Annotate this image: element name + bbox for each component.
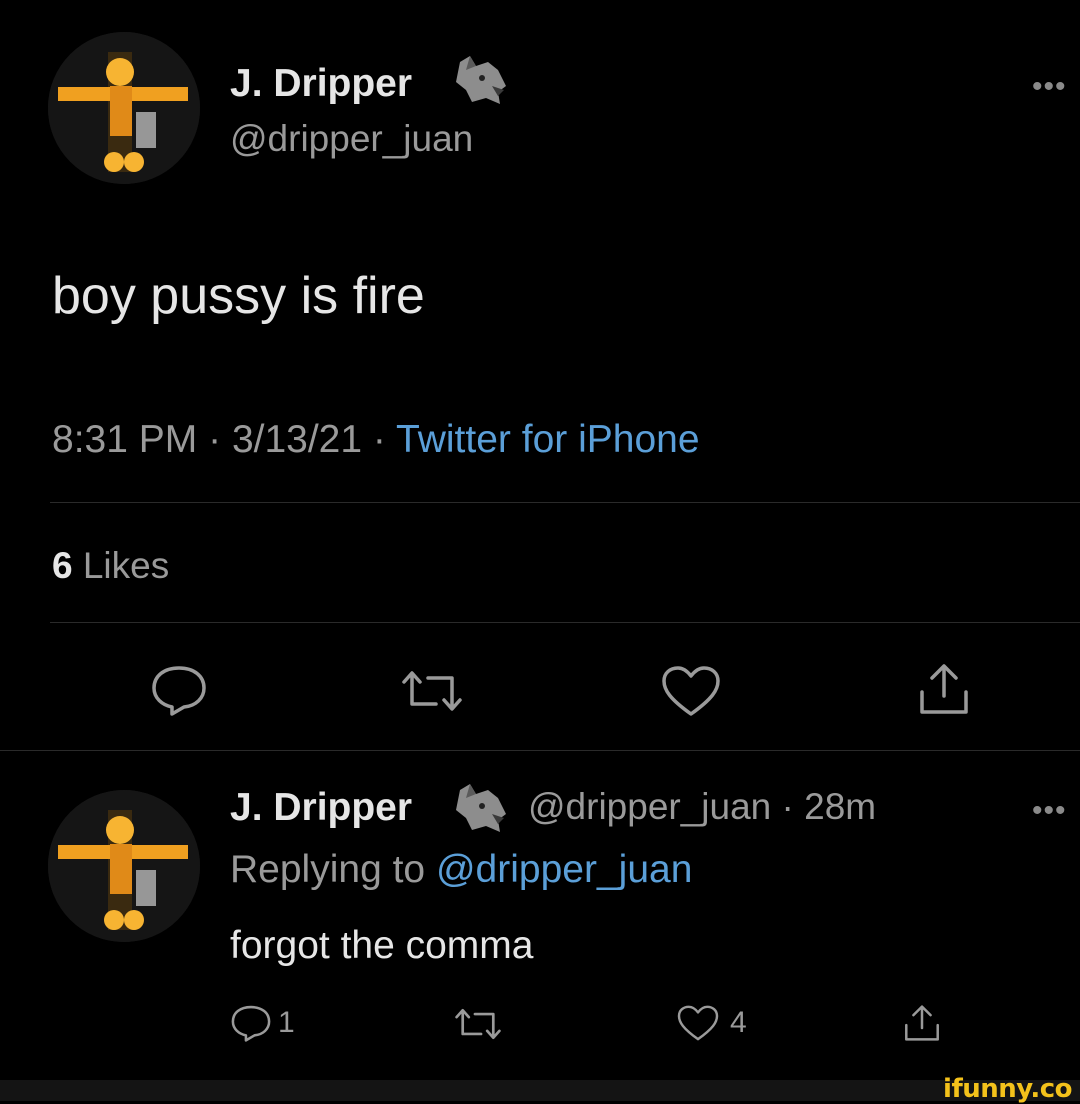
reply-author-handle[interactable]: @dripper_juan bbox=[528, 786, 771, 827]
ifunny-watermark: ifunny.co bbox=[943, 1074, 1072, 1104]
divider bbox=[0, 750, 1080, 751]
reply-age: · 28m bbox=[781, 786, 877, 827]
tweet-text: boy pussy is fire bbox=[52, 267, 425, 325]
share-icon[interactable] bbox=[916, 660, 972, 718]
avatar-image bbox=[48, 32, 200, 184]
reply-text: forgot the comma bbox=[230, 924, 534, 967]
reply-retweet-icon[interactable] bbox=[452, 1006, 504, 1042]
reply-icon[interactable] bbox=[150, 664, 208, 716]
replying-to-label: Replying to bbox=[230, 848, 426, 891]
retweet-icon[interactable] bbox=[398, 668, 466, 714]
reply-meta: @dripper_juan · 28m bbox=[528, 786, 876, 828]
reply-reply-count: 1 bbox=[278, 1006, 295, 1039]
tweet-source-link[interactable]: Twitter for iPhone bbox=[396, 418, 699, 461]
likes-summary[interactable]: 6 Likes bbox=[52, 545, 169, 587]
reply-more-options-button[interactable]: ••• bbox=[1032, 796, 1067, 826]
divider bbox=[50, 622, 1080, 623]
divider bbox=[50, 502, 1080, 503]
more-options-button[interactable]: ••• bbox=[1032, 72, 1067, 102]
likes-count: 6 bbox=[52, 545, 73, 586]
reply-author-name[interactable]: J. Dripper bbox=[230, 786, 412, 830]
tweet-meta: 8:31 PM · 3/13/21 · Twitter for iPhone bbox=[52, 418, 700, 461]
replying-to-line: Replying to @dripper_juan bbox=[230, 848, 692, 892]
wolf-badge-icon bbox=[452, 52, 510, 113]
likes-label: Likes bbox=[82, 545, 170, 586]
reply-avatar[interactable] bbox=[48, 790, 200, 942]
author-name[interactable]: J. Dripper bbox=[230, 62, 412, 106]
reply-reply-icon[interactable] bbox=[230, 1004, 272, 1042]
wolf-badge-icon bbox=[452, 780, 510, 841]
reply-like-heart-icon[interactable] bbox=[676, 1004, 720, 1042]
reply-share-icon[interactable] bbox=[902, 1000, 942, 1046]
replying-to-handle-link[interactable]: @dripper_juan bbox=[436, 848, 692, 891]
author-handle[interactable]: @dripper_juan bbox=[230, 118, 473, 160]
tweet-time: 8:31 PM bbox=[52, 418, 198, 461]
tweet-date: 3/13/21 bbox=[231, 418, 363, 461]
footer-bar bbox=[0, 1080, 1080, 1101]
reply-like-count: 4 bbox=[730, 1006, 747, 1039]
like-heart-icon[interactable] bbox=[660, 664, 722, 718]
avatar[interactable] bbox=[48, 32, 200, 184]
avatar-image bbox=[48, 790, 200, 942]
